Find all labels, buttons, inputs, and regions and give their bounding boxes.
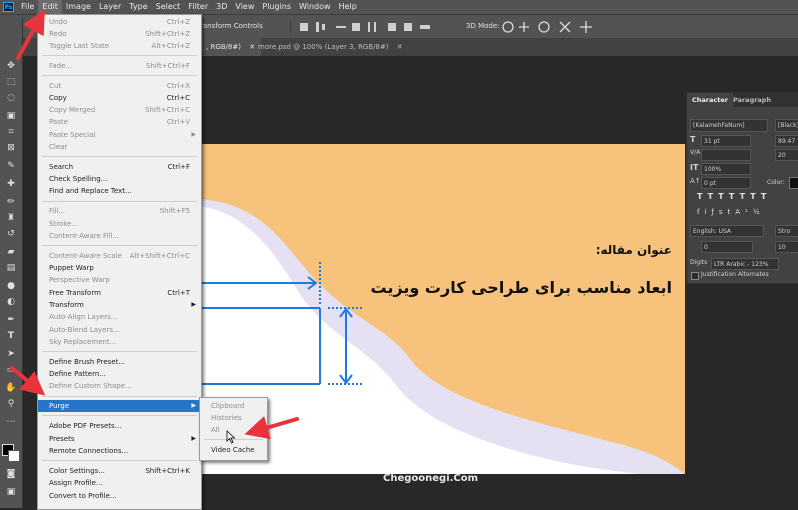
arrow-to-all bbox=[244, 416, 299, 440]
arrow-to-edit-menu bbox=[16, 9, 45, 60]
arrow-to-purge bbox=[10, 366, 46, 396]
annotation-arrows bbox=[10, 9, 299, 440]
